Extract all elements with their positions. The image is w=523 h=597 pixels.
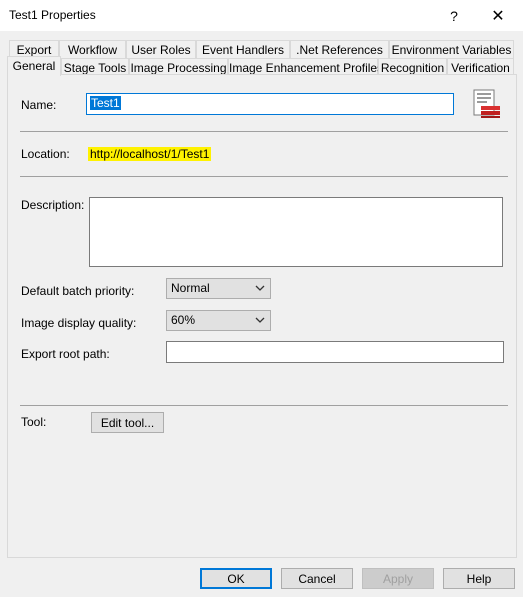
priority-select[interactable]: Normal bbox=[166, 278, 271, 299]
edit-tool-button[interactable]: Edit tool... bbox=[91, 412, 164, 433]
window-title: Test1 Properties bbox=[9, 8, 96, 22]
quality-label: Image display quality: bbox=[21, 316, 137, 330]
description-label: Description: bbox=[21, 198, 85, 212]
tab-user-roles[interactable]: User Roles bbox=[126, 40, 196, 58]
description-textarea[interactable] bbox=[89, 197, 503, 267]
ok-button[interactable]: OK bbox=[200, 568, 272, 589]
separator bbox=[20, 176, 508, 177]
tab-net-references[interactable]: .Net References bbox=[290, 40, 389, 58]
tab-event-handlers[interactable]: Event Handlers bbox=[196, 40, 290, 58]
priority-value: Normal bbox=[171, 281, 210, 295]
cancel-button[interactable]: Cancel bbox=[281, 568, 353, 589]
close-icon[interactable]: ✕ bbox=[478, 0, 518, 31]
chevron-down-icon bbox=[255, 311, 265, 337]
tab-environment-variables[interactable]: Environment Variables bbox=[389, 40, 514, 58]
chevron-down-icon bbox=[255, 279, 265, 305]
location-label: Location: bbox=[21, 147, 70, 161]
separator bbox=[20, 131, 508, 132]
help-icon[interactable]: ? bbox=[434, 0, 474, 31]
separator bbox=[20, 405, 508, 406]
apply-button[interactable]: Apply bbox=[362, 568, 434, 589]
quality-select[interactable]: 60% bbox=[166, 310, 271, 331]
export-path-input[interactable] bbox=[166, 341, 504, 363]
quality-value: 60% bbox=[171, 313, 196, 327]
general-panel: Name: Test1 Location: http://localhost/1… bbox=[7, 74, 517, 558]
tab-workflow[interactable]: Workflow bbox=[59, 40, 126, 58]
project-icon bbox=[473, 89, 501, 119]
tool-label: Tool: bbox=[21, 415, 47, 429]
name-input[interactable]: Test1 bbox=[86, 93, 454, 115]
name-label: Name: bbox=[21, 98, 57, 112]
name-value: Test1 bbox=[90, 96, 121, 110]
help-button[interactable]: Help bbox=[443, 568, 515, 589]
location-value: http://localhost/1/Test1 bbox=[88, 147, 212, 161]
priority-label: Default batch priority: bbox=[21, 284, 135, 298]
tab-general[interactable]: General bbox=[7, 56, 61, 76]
export-path-label: Export root path: bbox=[21, 347, 110, 361]
title-bar: Test1 Properties ? ✕ bbox=[0, 0, 523, 31]
